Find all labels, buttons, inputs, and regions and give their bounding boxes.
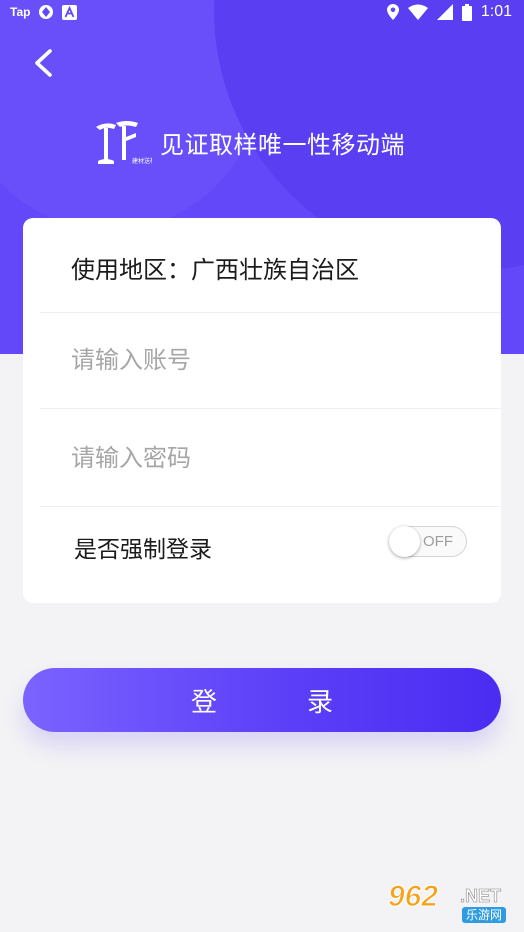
force-login-label: 是否强制登录 bbox=[74, 537, 212, 563]
status-bar-left: Tap bbox=[10, 4, 78, 20]
password-row bbox=[40, 409, 501, 507]
tap-label: Tap bbox=[10, 5, 31, 19]
brand-logo-icon: 建材送检 bbox=[96, 121, 152, 165]
watermark-number: 962 bbox=[387, 880, 439, 914]
app-a-icon bbox=[62, 4, 78, 20]
account-row bbox=[40, 313, 501, 409]
status-bar: Tap 1:01 bbox=[0, 0, 524, 27]
account-input[interactable] bbox=[71, 338, 471, 382]
app-title: 见证取样唯一性移动端 bbox=[160, 130, 405, 159]
login-form-card: 使用地区：广西壮族自治区 是否强制登录 OFF bbox=[23, 218, 501, 603]
location-icon bbox=[386, 4, 399, 20]
signal-icon bbox=[436, 4, 453, 20]
watermark-suffix: .NET bbox=[460, 886, 502, 907]
region-row[interactable]: 使用地区：广西壮族自治区 bbox=[40, 218, 501, 313]
login-button[interactable]: 登录 bbox=[23, 668, 501, 732]
status-bar-right: 1:01 bbox=[386, 3, 512, 21]
force-login-toggle[interactable]: OFF bbox=[389, 526, 467, 557]
region-label: 使用地区：广西壮族自治区 bbox=[71, 256, 359, 284]
sync-icon bbox=[39, 5, 54, 19]
wifi-icon bbox=[407, 4, 428, 20]
toggle-state-text: OFF bbox=[423, 533, 453, 550]
password-input[interactable] bbox=[71, 436, 471, 480]
brand-row: 建材送检 见证取样唯一性移动端 bbox=[92, 116, 405, 168]
clock: 1:01 bbox=[480, 3, 512, 20]
watermark-sub: 乐游网 bbox=[462, 907, 507, 923]
back-icon[interactable] bbox=[28, 46, 60, 80]
brand-logo-text: 建材送检 bbox=[132, 157, 152, 165]
watermark-logo: 962 .NET 乐游网 bbox=[384, 880, 520, 926]
battery-icon bbox=[461, 3, 472, 21]
toggle-knob bbox=[389, 526, 420, 557]
